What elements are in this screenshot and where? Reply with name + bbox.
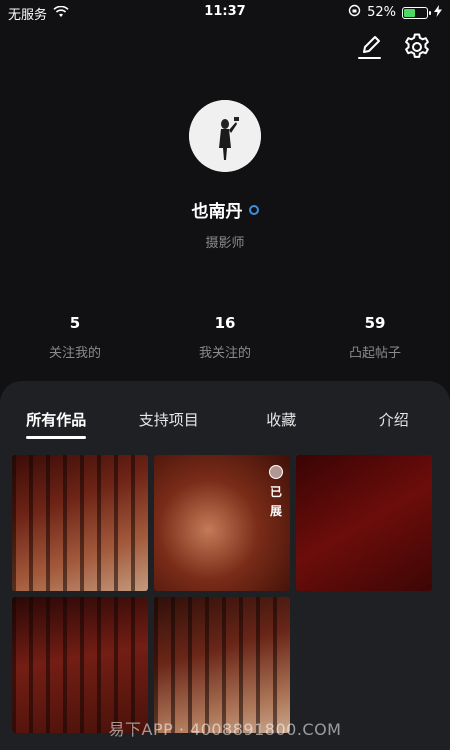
edit-icon [356,34,382,64]
profile-header: 也南丹 摄影师 [0,100,450,251]
stat-label: 我关注的 [198,346,251,361]
profile-name: 也南丹 [191,202,243,222]
exhibited-char: 已 [269,485,282,499]
stat-label: 关注我的 [48,346,101,361]
edit-button[interactable] [354,34,384,64]
stat-value: 16 [214,314,236,332]
tab-introduction[interactable]: 介绍 [338,381,450,443]
work-thumbnail[interactable] [154,597,290,733]
tab-bar: 所有作品 支持项目 收藏 介绍 [0,381,450,443]
settings-button[interactable] [402,32,432,66]
avatar[interactable] [189,100,261,172]
work-thumbnail[interactable] [12,455,148,591]
watermark: 易下APP · 4008891800.COM [108,720,342,739]
tab-all-works[interactable]: 所有作品 [0,381,113,443]
stat-value: 5 [69,314,81,332]
exhibited-dot-icon [269,465,283,479]
battery-fill [404,8,416,17]
rotation-lock-icon [348,4,361,21]
exhibited-badge: 已 展 [266,465,286,519]
works-grid: 已 展 [12,455,432,733]
gear-icon [402,32,432,66]
status-bar: 无服务 11:37 52% [0,0,450,24]
work-thumbnail[interactable] [296,455,432,591]
battery-percent: 52% [367,5,396,20]
tab-favorites[interactable]: 收藏 [225,381,338,443]
battery-icon [402,6,431,19]
stats-row: 5 关注我的 16 我关注的 59 凸起帖子 [0,314,450,361]
stat-following[interactable]: 16 我关注的 [150,314,300,361]
tab-supported-projects[interactable]: 支持项目 [113,381,226,443]
content-panel: 所有作品 支持项目 收藏 介绍 已 展 [0,381,450,750]
exhibited-char: 展 [269,504,282,518]
stat-value: 59 [364,314,386,332]
work-thumbnail[interactable]: 已 展 [154,455,290,591]
profile-role: 摄影师 [205,236,245,251]
stat-label: 凸起帖子 [348,346,401,361]
charging-icon [434,4,442,21]
stat-followers[interactable]: 5 关注我的 [0,314,150,361]
work-thumbnail[interactable] [12,597,148,733]
stat-posts[interactable]: 59 凸起帖子 [300,314,450,361]
verified-icon [248,204,259,215]
